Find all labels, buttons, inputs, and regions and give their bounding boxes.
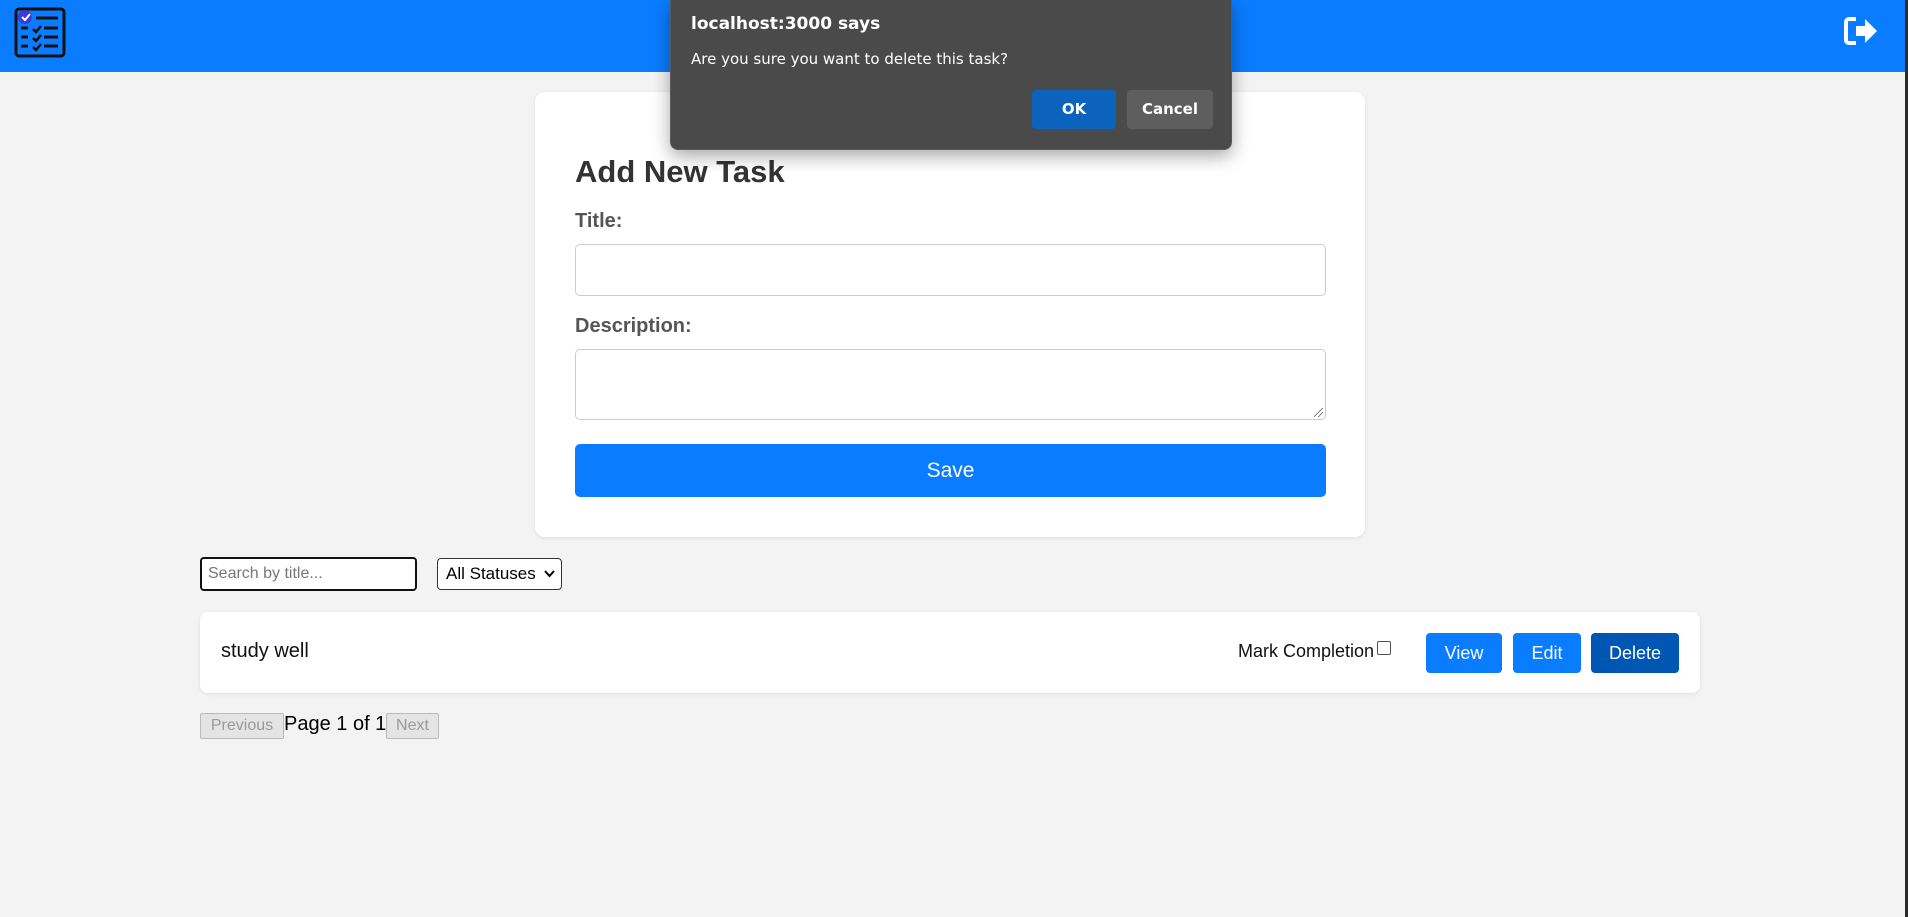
mark-completion-label: Mark Completion (1238, 641, 1375, 661)
page-info: Page 1 of 1 (284, 713, 387, 735)
ok-button[interactable]: OK (1032, 90, 1116, 129)
form-heading: Add New Task (575, 154, 785, 189)
description-label: Description: (575, 315, 692, 337)
view-button[interactable]: View (1426, 633, 1502, 673)
dialog-message: Are you sure you want to delete this tas… (691, 50, 1009, 68)
dialog-title: localhost:3000 says (691, 14, 881, 34)
previous-page-button[interactable]: Previous (200, 713, 284, 739)
task-checklist-icon[interactable] (14, 6, 66, 58)
task-title: study well (221, 640, 309, 662)
delete-button[interactable]: Delete (1591, 633, 1679, 673)
task-item: study well Mark Completion View Edit Del… (200, 612, 1700, 693)
chevron-down-icon (544, 566, 555, 581)
add-task-card: Add New Task Title: Description: Save (535, 92, 1365, 537)
mark-completion-checkbox[interactable] (1377, 641, 1391, 655)
status-selected-value: All Statuses (446, 564, 536, 583)
search-input[interactable]: Search by title... (200, 557, 417, 591)
edit-button[interactable]: Edit (1513, 633, 1581, 673)
logout-icon[interactable] (1844, 16, 1878, 46)
resize-grip-icon[interactable] (1314, 408, 1323, 417)
next-page-button[interactable]: Next (386, 713, 439, 739)
confirm-dialog: localhost:3000 says Are you sure you wan… (670, 0, 1232, 150)
cancel-button[interactable]: Cancel (1127, 90, 1213, 129)
description-textarea[interactable] (575, 349, 1326, 420)
save-button[interactable]: Save (575, 444, 1326, 497)
search-placeholder: Search by title... (208, 565, 323, 582)
title-label: Title: (575, 210, 623, 232)
title-input[interactable] (575, 244, 1326, 296)
status-filter-select[interactable]: All Statuses (437, 558, 562, 590)
